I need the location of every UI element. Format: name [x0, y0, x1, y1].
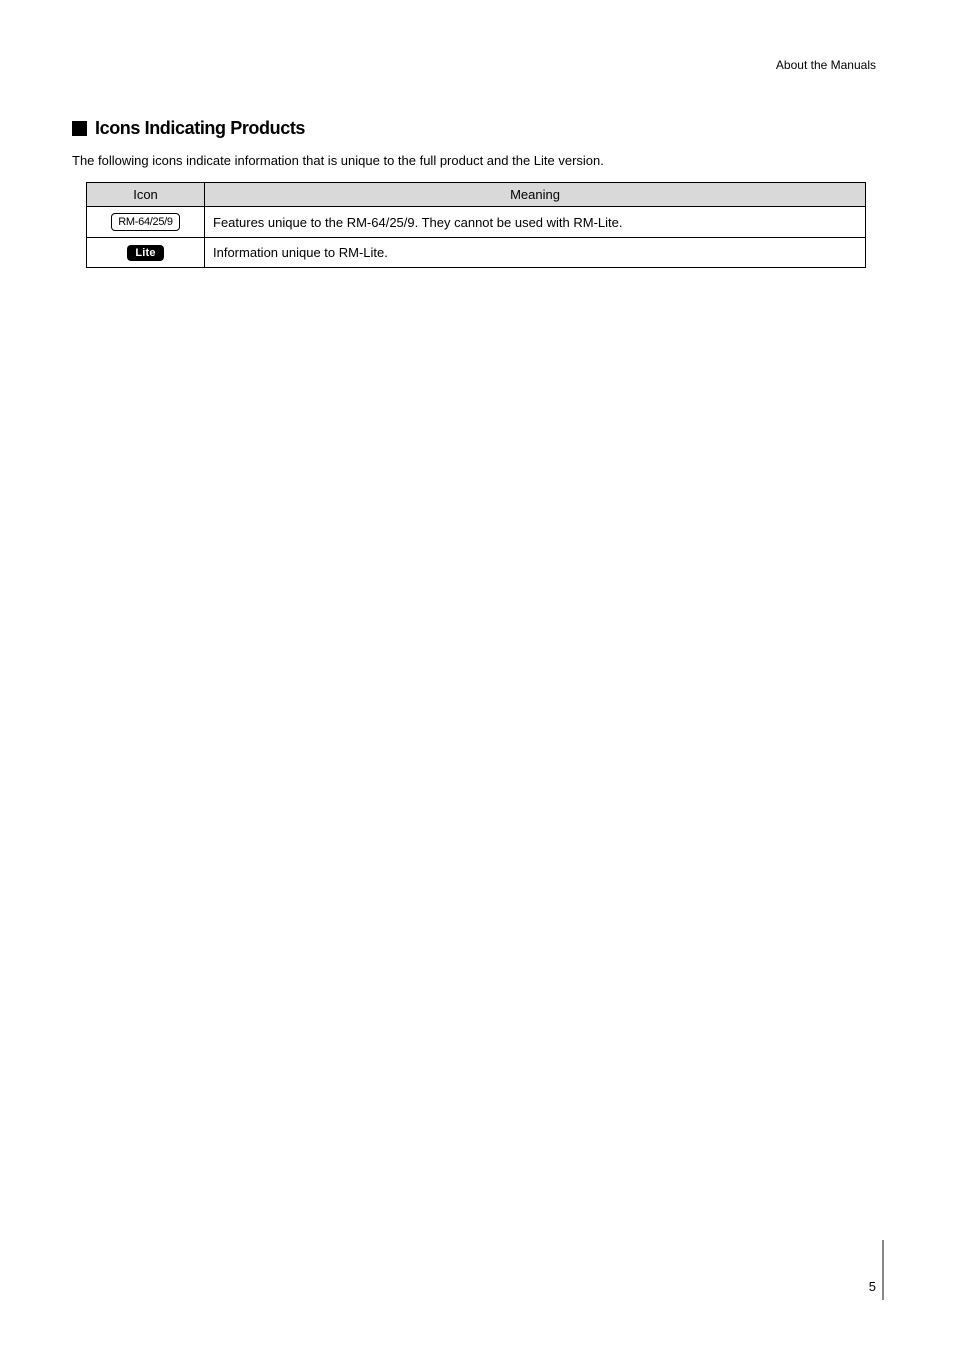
meaning-cell: Information unique to RM-Lite. [205, 238, 866, 268]
square-bullet-icon [72, 121, 87, 136]
section-title: Icons Indicating Products [95, 118, 305, 139]
section-intro: The following icons indicate information… [72, 153, 882, 168]
section-heading-row: Icons Indicating Products [72, 118, 882, 139]
icon-cell: RM-64/25/9 [87, 207, 205, 238]
icon-cell: Lite [87, 238, 205, 268]
lite-badge-icon: Lite [127, 245, 163, 261]
rm-badge-icon: RM-64/25/9 [111, 213, 179, 231]
table-header-meaning: Meaning [205, 183, 866, 207]
icons-table: Icon Meaning RM-64/25/9 Features unique … [86, 182, 866, 268]
table-header-icon: Icon [87, 183, 205, 207]
page-number: 5 [869, 1279, 876, 1294]
table-row: RM-64/25/9 Features unique to the RM-64/… [87, 207, 866, 238]
meaning-cell: Features unique to the RM-64/25/9. They … [205, 207, 866, 238]
table-row: Lite Information unique to RM-Lite. [87, 238, 866, 268]
side-rule-icon [882, 1240, 884, 1300]
running-head: About the Manuals [776, 58, 876, 72]
